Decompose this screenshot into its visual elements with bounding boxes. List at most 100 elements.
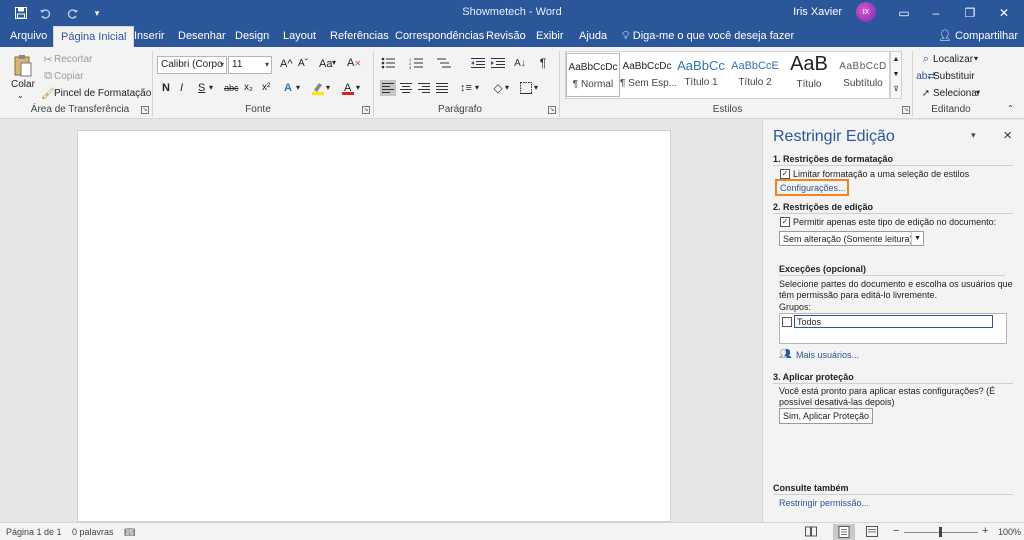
style-title[interactable]: AaB Título [782,53,836,97]
style-subtitle[interactable]: AaBbCcD Subtítulo [836,53,890,97]
paste-label[interactable]: Colar [11,79,35,90]
chevron-down-icon[interactable]: ▾ [220,57,224,73]
proofing-icon[interactable]: 📖︎ [124,527,135,538]
copy-label[interactable]: Copiar [54,71,83,82]
word-count[interactable]: 0 palavras [72,527,114,537]
share-button[interactable]: 👤︎ Compartilhar [938,26,1018,47]
align-left-icon[interactable] [380,80,396,96]
page-count[interactable]: Página 1 de 1 [6,527,62,537]
change-case-icon[interactable]: Aa [319,58,332,70]
paste-icon[interactable] [12,53,34,79]
zoom-level[interactable]: 100% [998,527,1021,537]
close-icon[interactable]: ✕ [1003,129,1012,142]
web-layout-icon[interactable] [866,526,878,537]
superscript-icon[interactable]: x² [262,82,270,93]
sort-icon[interactable]: A↓ [512,55,528,71]
show-paragraph-marks-icon[interactable]: ¶ [535,55,551,71]
align-right-icon[interactable] [416,80,432,96]
shading-icon[interactable]: ◇ [490,80,506,96]
chevron-down-icon[interactable]: ▾ [265,57,269,73]
underline-icon[interactable]: S [198,82,205,94]
numbering-icon[interactable]: 123 [408,55,424,71]
allow-editing-checkbox[interactable]: ✓ [780,217,790,227]
borders-icon[interactable] [518,80,534,96]
cut-label[interactable]: Recortar [54,54,92,65]
tab-revisao[interactable]: Revisão [479,26,533,47]
chevron-down-icon[interactable]: ▾ [475,83,479,92]
read-mode-icon[interactable] [805,526,817,537]
tell-me-box[interactable]: 💡︎ Diga-me o que você deseja fazer [622,26,794,47]
grow-font-icon[interactable]: A^ [280,58,293,70]
settings-link[interactable]: Configurações... [780,183,846,193]
apply-protection-button[interactable]: Sim, Aplicar Proteção [779,408,873,424]
user-name[interactable]: Iris Xavier [793,6,842,18]
replace-icon[interactable]: ab⇄ [916,68,936,84]
style-no-spacing[interactable]: AaBbCcDc ¶ Sem Esp... [620,53,677,97]
chevron-down-icon[interactable]: ▾ [296,83,300,92]
styles-launcher-icon[interactable]: ↘ [902,106,910,114]
tab-arquivo[interactable]: Arquivo [3,26,54,47]
increase-indent-icon[interactable] [490,55,506,71]
limit-formatting-label[interactable]: Limitar formatação a uma seleção de esti… [793,169,969,179]
chevron-down-icon[interactable]: ▾ [356,83,360,92]
chevron-down-icon[interactable]: ⌄ [17,91,24,100]
search-icon[interactable]: ⌕ [918,51,934,67]
tab-exibir[interactable]: Exibir [529,26,571,47]
subscript-icon[interactable]: x₂ [244,82,253,93]
chevron-up-icon[interactable]: ▲ [891,52,901,67]
chevron-down-icon[interactable]: ▾ [534,83,538,92]
allow-editing-label[interactable]: Permitir apenas este tipo de edição no d… [793,217,996,227]
chevron-down-icon[interactable]: ▾ [971,130,976,141]
avatar[interactable]: IX [856,2,876,22]
tab-correspondencias[interactable]: Correspondências [388,26,491,47]
select-label[interactable]: Selecionar [933,88,980,99]
bold-icon[interactable]: N [162,82,170,94]
print-layout-icon[interactable] [833,524,855,540]
cursor-icon[interactable]: ➚ [918,85,934,101]
tab-layout[interactable]: Layout [276,26,323,47]
chevron-down-icon[interactable]: ▾ [332,58,336,67]
align-center-icon[interactable] [398,80,414,96]
chevron-down-icon[interactable]: ▾ [976,88,980,97]
close-icon[interactable]: ✕ [984,0,1024,26]
format-painter-label[interactable]: Pincel de Formatação [54,88,151,99]
chevron-down-icon[interactable]: ▾ [326,83,330,92]
tab-inserir[interactable]: Inserir [127,26,172,47]
line-spacing-icon[interactable]: ↕≡ [458,80,474,96]
bullets-icon[interactable] [380,55,396,71]
zoom-in-icon[interactable]: + [982,525,988,537]
chevron-down-icon[interactable]: ▼ [911,232,923,245]
group-todos-checkbox[interactable] [782,317,792,327]
chevron-down-icon[interactable]: ▾ [974,54,978,63]
multilevel-list-icon[interactable] [436,55,452,71]
strikethrough-icon[interactable]: abc [224,83,239,93]
paragraph-launcher-icon[interactable]: ↘ [548,106,556,114]
tab-referencias[interactable]: Referências [323,26,396,47]
text-effects-icon[interactable]: A [280,80,296,96]
highlighter-icon[interactable] [310,80,326,96]
document-page[interactable] [77,130,671,522]
styles-more-icon[interactable]: ⊽ [891,82,901,97]
style-normal[interactable]: AaBbCcDc ¶ Normal [566,53,620,97]
tab-pagina-inicial[interactable]: Página Inicial [53,26,135,47]
limit-formatting-checkbox[interactable]: ✓ [780,169,790,179]
font-name-combo[interactable]: Calibri (Corpo ▾ [157,56,227,74]
chevron-down-icon[interactable]: ▾ [209,83,213,92]
font-color-icon[interactable]: A [340,80,356,96]
clipboard-launcher-icon[interactable]: ↘ [141,106,149,114]
zoom-out-icon[interactable]: − [893,525,899,537]
collapse-ribbon-icon[interactable]: ⌃ [1007,104,1014,113]
zoom-slider-thumb[interactable] [939,527,942,537]
find-label[interactable]: Localizar [933,54,973,65]
style-heading-1[interactable]: AaBbCc Título 1 [674,53,728,97]
chevron-down-icon[interactable]: ▼ [891,67,901,82]
font-launcher-icon[interactable]: ↘ [362,106,370,114]
clear-formatting-icon[interactable]: A✕ [347,57,361,69]
editing-type-select[interactable]: Sem alteração (Somente leitura) ▼ [779,231,924,246]
chevron-down-icon[interactable]: ▾ [505,83,509,92]
tab-design[interactable]: Design [228,26,276,47]
shrink-font-icon[interactable]: Aˇ [298,58,308,69]
tab-ajuda[interactable]: Ajuda [572,26,614,47]
italic-icon[interactable]: I [180,82,183,94]
font-size-combo[interactable]: 11 ▾ [228,56,272,74]
